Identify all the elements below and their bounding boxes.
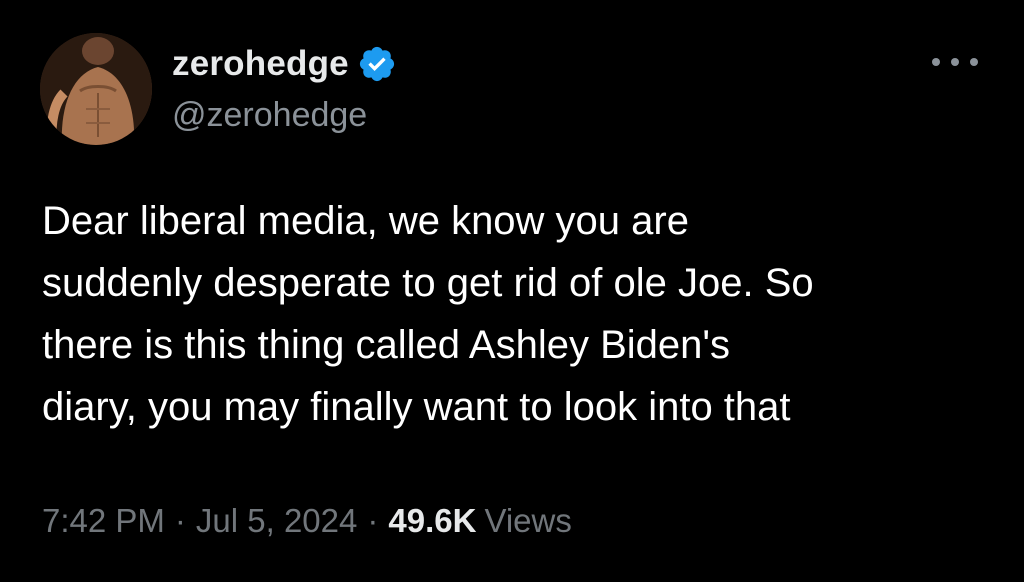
more-dot-icon bbox=[932, 58, 940, 66]
meta-separator: · bbox=[367, 502, 379, 539]
author-display-name[interactable]: zerohedge bbox=[172, 44, 349, 84]
tweet-text: Dear liberal media, we know you are sudd… bbox=[42, 199, 814, 429]
avatar[interactable] bbox=[40, 33, 152, 145]
more-options-icon[interactable] bbox=[932, 52, 978, 72]
meta-separator: · bbox=[174, 502, 186, 539]
views-count[interactable]: 49.6K bbox=[388, 502, 476, 540]
more-dot-icon bbox=[970, 58, 978, 66]
more-dot-icon bbox=[951, 58, 959, 66]
views-label: Views bbox=[484, 502, 572, 539]
author-name-row: zerohedge bbox=[172, 40, 397, 88]
tweet-meta: 7:42 PM · Jul 5, 2024 · 49.6K Views bbox=[42, 496, 572, 546]
tweet-time[interactable]: 7:42 PM bbox=[42, 502, 165, 540]
verified-badge-icon[interactable] bbox=[357, 44, 397, 84]
author-handle[interactable]: @zerohedge bbox=[172, 96, 367, 135]
tweet-card: zerohedge @zerohedge Dear liberal media,… bbox=[0, 0, 1024, 582]
avatar-image bbox=[40, 33, 152, 145]
tweet-date[interactable]: Jul 5, 2024 bbox=[196, 502, 357, 540]
